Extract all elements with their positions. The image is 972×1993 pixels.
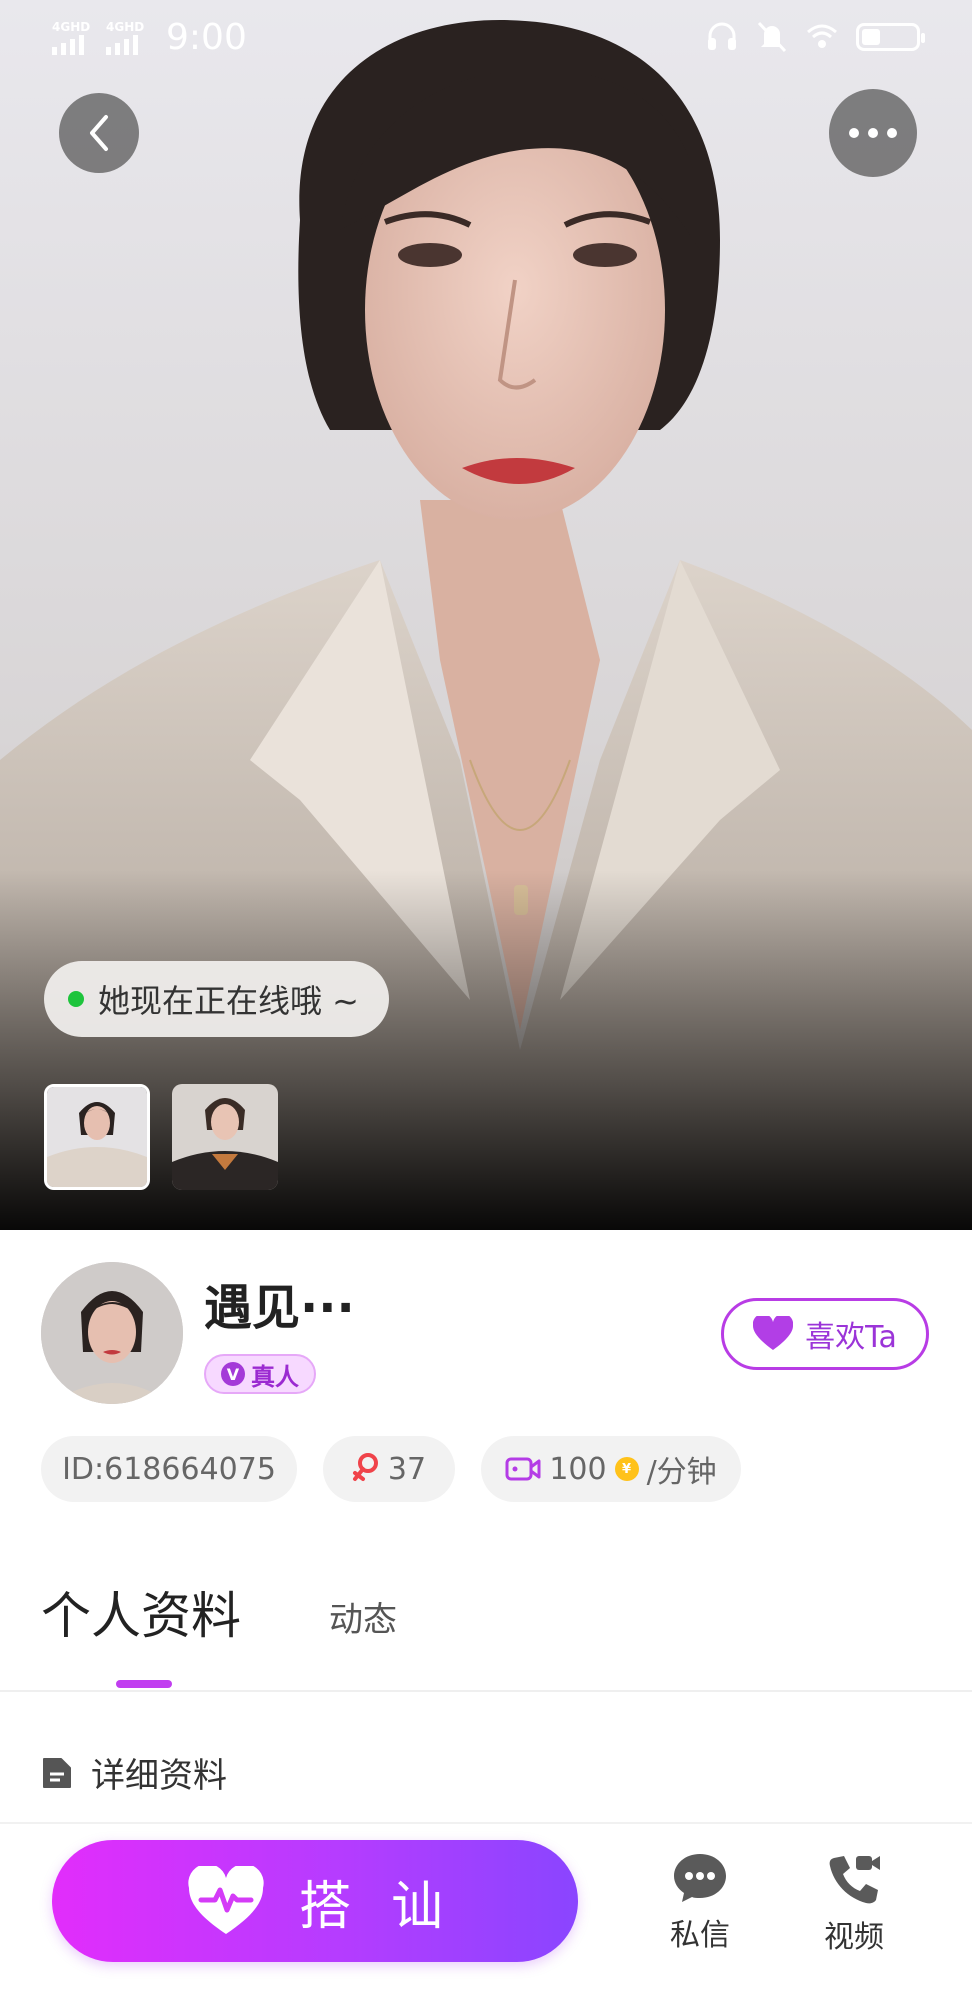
active-tab-indicator	[116, 1680, 172, 1688]
signal-icon: 4GHD	[52, 21, 98, 55]
avatar[interactable]	[41, 1262, 183, 1404]
avatar-image	[41, 1262, 183, 1404]
like-button[interactable]: 喜欢Ta	[721, 1298, 929, 1370]
verified-label: 真人	[251, 1362, 299, 1391]
coin-icon: ¥	[614, 1457, 639, 1481]
tab-moments[interactable]: 动态	[329, 1598, 397, 1642]
tab-profile[interactable]: 个人资料	[41, 1584, 241, 1648]
price-value: 100	[549, 1451, 607, 1487]
heart-icon	[753, 1316, 794, 1350]
like-button-label: 喜欢Ta	[805, 1320, 897, 1355]
chat-up-button[interactable]: 搭讪	[52, 1840, 578, 1962]
private-message-button[interactable]: 私信	[655, 1852, 745, 1954]
status-left: 4GHD 4GHD 9:00	[52, 18, 247, 58]
online-status-text: 她现在正在线哦 ~	[98, 982, 359, 1020]
back-button[interactable]	[59, 93, 139, 173]
chat-bubble-icon	[674, 1854, 726, 1902]
user-name: 遇见···	[204, 1280, 355, 1336]
video-call-button[interactable]: 视频	[809, 1852, 899, 1956]
video-call-label: 视频	[824, 1920, 884, 1955]
heartbeat-icon	[188, 1866, 264, 1934]
details-section-title: 详细资料	[91, 1756, 227, 1796]
headset-icon	[708, 22, 736, 50]
network-type: 4GHD	[106, 20, 145, 34]
thumbnail-image	[172, 1084, 278, 1190]
status-bar: 4GHD 4GHD 9:00	[0, 0, 972, 80]
chevron-left-icon	[90, 115, 108, 151]
chat-up-label: 搭讪	[298, 1876, 483, 1937]
more-options-button[interactable]	[829, 89, 917, 177]
fans-count: 37	[387, 1451, 427, 1487]
more-dots-icon	[849, 128, 897, 138]
price-unit: /分钟	[646, 1455, 717, 1490]
fans-chip: 37	[323, 1436, 455, 1502]
female-symbol-icon	[352, 1453, 378, 1481]
signal-icon: 4GHD	[106, 21, 152, 55]
video-price-chip: 100 ¥ /分钟	[481, 1436, 741, 1502]
online-indicator-dot	[68, 991, 84, 1007]
document-icon	[43, 1757, 71, 1788]
battery-icon	[856, 23, 925, 51]
video-call-icon	[829, 1856, 880, 1904]
user-id-text: ID:618664075	[62, 1451, 276, 1487]
photo-thumbnail-2[interactable]	[172, 1084, 278, 1190]
divider	[0, 1822, 972, 1824]
bell-muted-icon	[757, 21, 787, 53]
online-status-pill: 她现在正在线哦 ~	[44, 961, 389, 1037]
thumbnail-image	[47, 1087, 147, 1187]
status-right	[706, 20, 925, 54]
photo-thumbnails	[44, 1084, 278, 1190]
verified-icon: V	[221, 1362, 245, 1386]
network-type: 4GHD	[52, 20, 91, 34]
profile-photo[interactable]: 4GHD 4GHD 9:00 她现在正在线哦 ~	[0, 0, 972, 1230]
verified-badge: V 真人	[204, 1354, 316, 1394]
video-camera-icon	[505, 1457, 541, 1481]
clock: 9:00	[166, 17, 247, 58]
wifi-icon	[807, 24, 837, 48]
divider	[0, 1690, 972, 1692]
private-message-label: 私信	[670, 1918, 730, 1953]
details-section-header: 详细资料	[41, 1748, 227, 1797]
user-id-chip: ID:618664075	[41, 1436, 297, 1502]
photo-thumbnail-1[interactable]	[44, 1084, 150, 1190]
